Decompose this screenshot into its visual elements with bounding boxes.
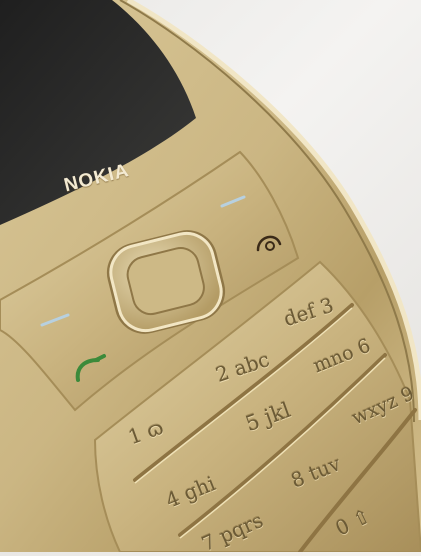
phone-body bbox=[0, 0, 421, 552]
phone-photo: NOKIA 2 abc def 3 1 ɷ 5 jkl mno 6 4 ghi … bbox=[0, 0, 421, 556]
